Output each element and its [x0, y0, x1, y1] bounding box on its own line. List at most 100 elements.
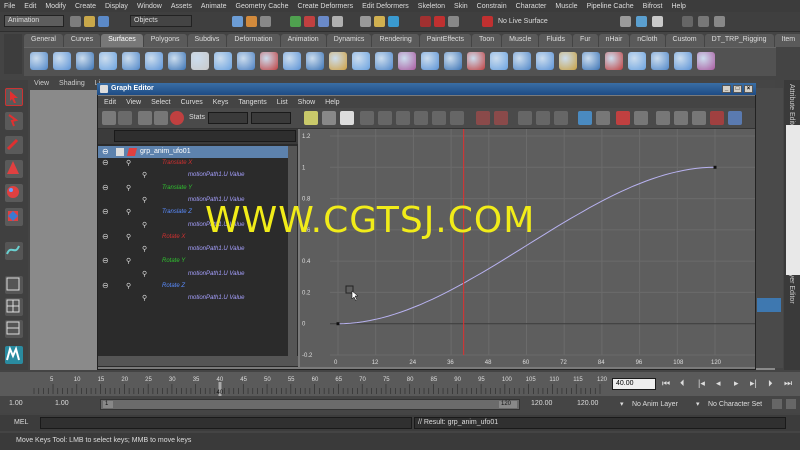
trax-editor-icon[interactable]	[728, 111, 742, 125]
shelf-tool-icon[interactable]	[283, 52, 301, 70]
new-scene-icon[interactable]	[70, 16, 81, 27]
collapse-icon[interactable]: ⊖	[102, 158, 109, 167]
ge-menu-keys[interactable]: Keys	[213, 99, 229, 106]
shelf-tool-icon[interactable]	[697, 52, 715, 70]
playback-start-field[interactable]: 1.00	[52, 399, 96, 411]
shelf-tool-icon[interactable]	[421, 52, 439, 70]
anim-layer-dropdown-icon[interactable]: ▾	[620, 400, 624, 408]
outliner-row[interactable]: ⊖ ⚲ Rotate Y	[98, 256, 288, 268]
render-settings-icon[interactable]	[620, 16, 631, 27]
free-tangent-icon[interactable]	[518, 111, 532, 125]
ipr-icon[interactable]	[388, 16, 399, 27]
key-select-icon[interactable]	[102, 111, 116, 125]
tangent-flat-icon[interactable]	[432, 111, 446, 125]
close-icon[interactable]: ×	[744, 85, 753, 93]
shelf-tool-icon[interactable]	[168, 52, 186, 70]
shelf-tab-polygons[interactable]: Polygons	[143, 34, 187, 47]
collapse-icon[interactable]: ⊖	[102, 183, 109, 192]
shelf-tab-subdivs[interactable]: Subdivs	[187, 34, 227, 47]
normalize-icon[interactable]	[634, 111, 648, 125]
ge-menu-curves[interactable]: Curves	[181, 99, 203, 106]
pin-icon[interactable]: ⚲	[142, 270, 147, 278]
menu-display[interactable]: Display	[105, 3, 128, 10]
save-scene-icon[interactable]	[98, 16, 109, 27]
rotate-tool-icon[interactable]	[5, 184, 23, 202]
shelf-tab-fur[interactable]: Fur	[573, 34, 598, 47]
shelf-tab-dynamics[interactable]: Dynamics	[326, 34, 372, 47]
weighted-tangent-icon[interactable]	[554, 111, 568, 125]
start-time-field[interactable]: 1.00	[6, 399, 50, 411]
outliner-row[interactable]: ⚲ motionPath1.U Value	[98, 170, 288, 182]
buffer-curve-icon[interactable]	[578, 111, 592, 125]
menu-assets[interactable]: Assets	[171, 3, 192, 10]
shelf-tab-dt-trp-rigging[interactable]: DT_TRP_Rigging	[704, 34, 774, 47]
menu-pipeline-cache[interactable]: Pipeline Cache	[587, 3, 634, 10]
stats-value-field[interactable]	[251, 112, 291, 124]
menu-create[interactable]: Create	[75, 3, 96, 10]
select-object-icon[interactable]	[246, 16, 257, 27]
menu-geometry-cache[interactable]: Geometry Cache	[236, 3, 289, 10]
history-icon[interactable]	[360, 16, 371, 27]
menu-create-deformers[interactable]: Create Deformers	[297, 3, 353, 10]
mode-selector[interactable]: Animation	[4, 15, 64, 27]
outliner-scrollbar[interactable]	[288, 146, 297, 356]
keyframe[interactable]	[336, 322, 340, 326]
magnet-icon[interactable]	[434, 16, 445, 27]
pin-icon[interactable]: ⚲	[126, 257, 131, 265]
shelf-tab-rendering[interactable]: Rendering	[372, 34, 419, 47]
shelf-tab-item[interactable]: Item	[774, 34, 800, 47]
shelf-tool-icon[interactable]	[306, 52, 324, 70]
shelf-tool-icon[interactable]	[582, 52, 600, 70]
outliner-row[interactable]: ⚲ motionPath1.U Value	[98, 269, 288, 281]
snap-grid-icon[interactable]	[290, 16, 301, 27]
outliner-filter-field[interactable]	[114, 130, 296, 142]
menu-edit-deformers[interactable]: Edit Deformers	[362, 3, 409, 10]
layout-graph-icon[interactable]	[5, 320, 23, 338]
menu-constrain[interactable]: Constrain	[477, 3, 507, 10]
shelf-tool-icon[interactable]	[490, 52, 508, 70]
end-time-field[interactable]: 120.00	[574, 399, 618, 411]
range-slider-bar[interactable]: 1 120	[100, 399, 520, 410]
shelf-tool-icon[interactable]	[651, 52, 669, 70]
collapse-icon[interactable]: ⊖	[102, 207, 109, 216]
break-tangents-icon[interactable]	[476, 111, 490, 125]
character-set-label[interactable]: No Character Set	[708, 401, 762, 408]
snap-live-icon[interactable]	[420, 16, 431, 27]
pre-infinity-icon[interactable]	[656, 111, 670, 125]
menu-skeleton[interactable]: Skeleton	[418, 3, 445, 10]
menu-file[interactable]: File	[4, 3, 15, 10]
shelf-tab-surfaces[interactable]: Surfaces	[101, 34, 143, 47]
shelf-tool-icon[interactable]	[559, 52, 577, 70]
shelf-tab-ncloth[interactable]: nCloth	[630, 34, 665, 47]
shelf-tab-general[interactable]: General	[24, 34, 63, 47]
shelf-tool-icon[interactable]	[398, 52, 416, 70]
playback-end-field[interactable]: 120.00	[528, 399, 572, 411]
scale-tool-icon[interactable]	[5, 208, 23, 226]
menu-window[interactable]: Window	[137, 3, 162, 10]
unify-tangents-icon[interactable]	[494, 111, 508, 125]
pin-icon[interactable]: ⚲	[142, 221, 147, 229]
shelf-tool-icon[interactable]	[444, 52, 462, 70]
shelf-tab-nhair[interactable]: nHair	[598, 34, 630, 47]
auto-key-icon[interactable]	[772, 399, 782, 409]
ge-menu-help[interactable]: Help	[325, 99, 339, 106]
select-tool-icon[interactable]	[5, 88, 23, 106]
shelf-tool-icon[interactable]	[628, 52, 646, 70]
shelf-tool-icon[interactable]	[145, 52, 163, 70]
objects-selector[interactable]: Objects	[130, 15, 192, 27]
tangent-linear-icon[interactable]	[414, 111, 428, 125]
menu-bifrost[interactable]: Bifrost	[643, 3, 663, 10]
outliner-row[interactable]: ⊖ ⚲ Rotate Z	[98, 281, 288, 293]
pin-icon[interactable]: ⚲	[142, 171, 147, 179]
ge-menu-show[interactable]: Show	[298, 99, 316, 106]
mel-label[interactable]: MEL	[14, 419, 28, 426]
select-hierarchy-icon[interactable]	[232, 16, 243, 27]
shelf-tool-icon[interactable]	[329, 52, 347, 70]
shelf-menu-icon[interactable]	[4, 34, 22, 74]
menu-help[interactable]: Help	[672, 3, 686, 10]
tool-settings-icon[interactable]	[698, 16, 709, 27]
ge-menu-edit[interactable]: Edit	[104, 99, 116, 106]
swap-buffer-icon[interactable]	[596, 111, 610, 125]
shelf-tab-animation[interactable]: Animation	[280, 34, 326, 47]
layout-four-icon[interactable]	[5, 298, 23, 316]
